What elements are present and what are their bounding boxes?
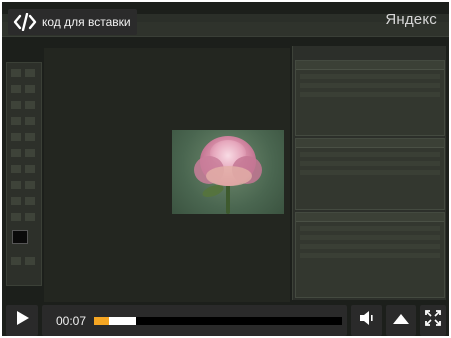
played-progress (94, 317, 109, 325)
code-icon (12, 9, 38, 35)
volume-icon (358, 309, 376, 332)
current-time: 00:07 (56, 314, 87, 328)
fullscreen-icon (424, 309, 442, 332)
play-button[interactable] (6, 305, 38, 336)
embed-code-label: код для вставки (42, 15, 131, 29)
fullscreen-button[interactable] (420, 305, 446, 336)
share-up-icon (392, 312, 410, 330)
share-button[interactable] (386, 305, 416, 336)
volume-button[interactable] (351, 305, 382, 336)
video-content-color-swatch (12, 230, 28, 244)
video-player[interactable]: код для вставки Яндекс 00:07 (2, 2, 449, 336)
yandex-logo: Яндекс (385, 11, 437, 28)
timeline-bar: 00:07 (42, 305, 347, 336)
embed-code-button[interactable]: код для вставки (8, 9, 137, 35)
video-content-panels (292, 46, 446, 300)
video-content-toolbox (6, 62, 42, 286)
play-icon (14, 310, 30, 331)
video-content-rose-image (172, 130, 284, 214)
buffered-progress (109, 317, 136, 325)
seek-slider[interactable] (94, 317, 342, 325)
player-controls: 00:07 (2, 305, 449, 336)
